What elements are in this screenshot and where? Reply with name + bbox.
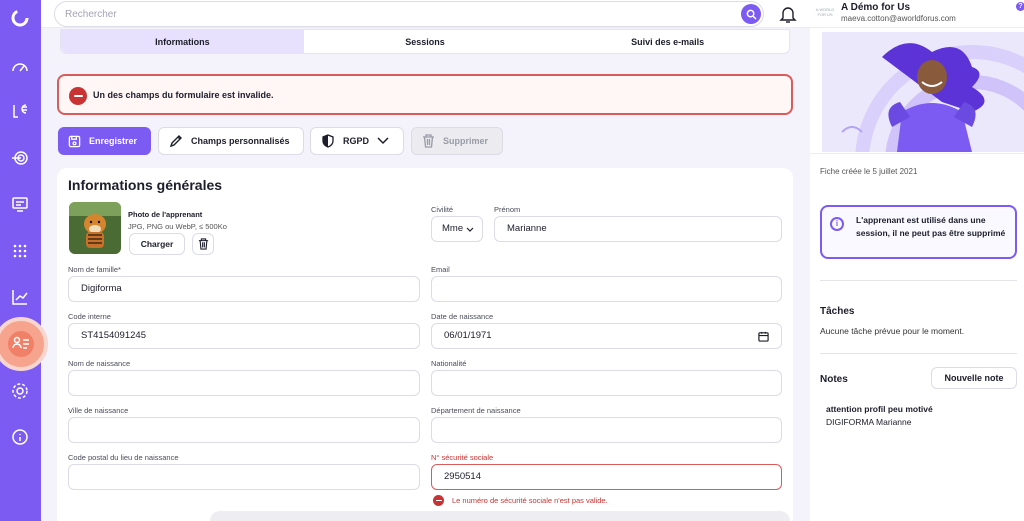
divider [820, 353, 1017, 354]
custom-fields-button[interactable]: Champs personnalisés [158, 127, 304, 155]
general-info-card: Informations générales Photo de l'appren… [57, 168, 793, 521]
tab-sessions[interactable]: Sessions [304, 30, 547, 53]
nav-learners-active[interactable] [0, 317, 48, 371]
section-title: Informations générales [68, 177, 223, 193]
dashboard-gauge-icon[interactable] [8, 54, 32, 78]
social-security-label: N° sécurité sociale [431, 453, 494, 462]
photo-hint: JPG, PNG ou WebP, ≤ 500Ko [128, 222, 227, 231]
info-alert: i L'apprenant est utilisé dans une sessi… [820, 205, 1017, 259]
brand-logo: A WORLD FOR US [815, 7, 835, 17]
tab-email-tracking[interactable]: Suivi des e-mails [546, 30, 789, 53]
grid-dots-icon[interactable] [8, 239, 32, 263]
sidebar [0, 0, 48, 521]
last-name-label: Nom de famille* [68, 265, 121, 274]
search-button[interactable] [741, 4, 761, 24]
user-email: maeva.cotton@aworldforus.com [841, 14, 956, 23]
nationality-input[interactable] [431, 370, 782, 396]
chevron-down-icon [377, 137, 389, 145]
shield-icon [322, 134, 334, 148]
learners-icon [8, 331, 34, 357]
panel-divider [810, 153, 1024, 154]
field-error-icon [433, 495, 444, 506]
email-label: Email [431, 265, 450, 274]
help-badge[interactable]: ? [1016, 2, 1024, 11]
notes-heading: Notes [820, 374, 848, 385]
birth-city-input[interactable] [68, 417, 420, 443]
stats-chart-icon[interactable] [8, 285, 32, 309]
social-security-error: Le numéro de sécurité sociale n'est pas … [452, 496, 608, 505]
right-panel: Fiche créée le 5 juillet 2021 i L'appren… [810, 28, 1024, 521]
floppy-disk-icon [68, 135, 81, 147]
notifications-bell-icon[interactable] [779, 4, 797, 24]
delete-button[interactable]: Supprimer [411, 127, 503, 155]
tasks-heading: Tâches [820, 306, 855, 317]
civility-label: Civilité [431, 205, 454, 214]
calendar-icon[interactable] [758, 331, 769, 342]
new-note-button[interactable]: Nouvelle note [931, 367, 1017, 389]
civility-value: Mme [442, 223, 464, 234]
birth-date-input[interactable]: 06/01/1971 [431, 323, 782, 349]
tab-bar: Informations Sessions Suivi des e-mails [60, 29, 790, 54]
training-icon[interactable] [8, 192, 32, 216]
birth-date-value: 06/01/1971 [444, 330, 492, 341]
form-error-banner: Un des champs du formulaire est invalide… [57, 74, 793, 115]
note-title[interactable]: attention profil peu motivé [826, 404, 933, 414]
target-icon[interactable] [8, 146, 32, 170]
email-input[interactable] [431, 276, 782, 302]
error-banner-text: Un des champs du formulaire est invalide… [93, 90, 274, 100]
pencil-icon [169, 135, 182, 148]
finance-icon[interactable] [8, 99, 32, 123]
info-icon: i [830, 217, 844, 231]
save-button-label: Enregistrer [89, 136, 138, 146]
rgpd-label: RGPD [343, 136, 370, 146]
search-icon [746, 9, 757, 20]
birth-name-input[interactable] [68, 370, 420, 396]
settings-gear-icon[interactable] [8, 379, 32, 403]
nationality-label: Nationalité [431, 359, 467, 368]
search-placeholder: Rechercher [65, 9, 117, 20]
rgpd-dropdown[interactable]: RGPD [310, 127, 404, 155]
organization-name[interactable]: A Démo for Us [841, 2, 910, 13]
delete-label: Supprimer [443, 136, 489, 146]
tab-informations[interactable]: Informations [61, 30, 304, 53]
tasks-empty-state: Aucune tâche prévue pour le moment. [820, 326, 965, 336]
support-icon[interactable] [8, 425, 32, 449]
info-alert-text: L'apprenant est utilisé dans une session… [856, 215, 1006, 238]
app-logo-icon[interactable] [8, 6, 32, 30]
bottom-toast-shadow [210, 511, 790, 521]
top-bar: Rechercher A WORLD FOR US A Démo for Us … [41, 0, 1024, 28]
birth-department-label: Département de naissance [431, 406, 521, 415]
internal-code-input[interactable]: ST4154091245 [68, 323, 420, 349]
birth-postcode-input[interactable] [68, 464, 420, 490]
divider [820, 280, 1017, 281]
custom-fields-label: Champs personnalisés [191, 136, 290, 146]
birth-department-input[interactable] [431, 417, 782, 443]
trash-icon [198, 238, 208, 250]
birth-name-label: Nom de naissance [68, 359, 131, 368]
search-input[interactable]: Rechercher [54, 1, 764, 27]
delete-photo-button[interactable] [192, 233, 214, 255]
upload-photo-button[interactable]: Charger [129, 233, 185, 255]
birth-city-label: Ville de naissance [68, 406, 129, 415]
social-security-input[interactable]: 2950514 [431, 464, 782, 490]
birth-postcode-label: Code postal du lieu de naissance [68, 453, 179, 462]
record-created-date: Fiche créée le 5 juillet 2021 [820, 167, 918, 176]
birth-date-label: Date de naissance [431, 312, 494, 321]
civility-select[interactable]: Mme [431, 216, 483, 242]
photo-title: Photo de l'apprenant [128, 210, 203, 219]
first-name-label: Prénom [494, 205, 521, 214]
hero-illustration [822, 32, 1024, 152]
first-name-input[interactable]: Marianne [494, 216, 782, 242]
learner-photo [69, 202, 121, 254]
note-author: DIGIFORMA Marianne [826, 417, 912, 427]
trash-icon [423, 134, 434, 148]
last-name-input[interactable]: Digiforma [68, 276, 420, 302]
error-minus-icon [69, 87, 87, 105]
chevron-down-icon [466, 227, 474, 232]
save-button[interactable]: Enregistrer [58, 127, 151, 155]
internal-code-label: Code interne [68, 312, 111, 321]
